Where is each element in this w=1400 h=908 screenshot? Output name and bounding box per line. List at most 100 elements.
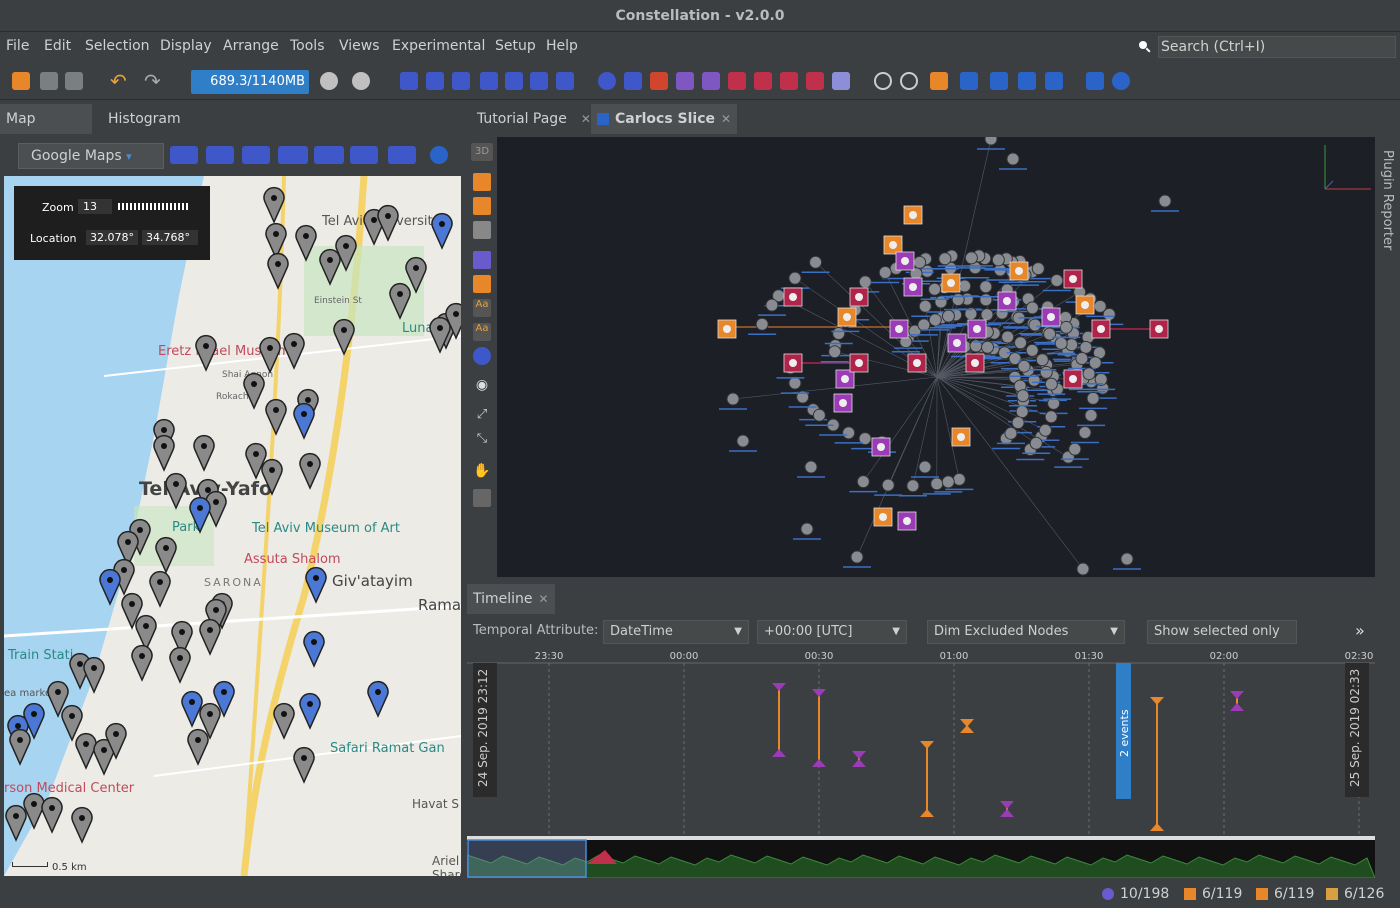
graph-node-highlighted[interactable] — [897, 511, 917, 531]
graph-node[interactable] — [757, 298, 786, 316]
map-pin-icon[interactable] — [75, 732, 97, 770]
zoom-map-icon[interactable] — [242, 146, 270, 164]
timeline-event[interactable] — [852, 751, 866, 767]
map-pin-icon[interactable] — [9, 728, 31, 766]
map-pin-icon[interactable] — [189, 496, 211, 534]
blaze-icon[interactable] — [473, 347, 491, 365]
undo-icon[interactable]: ↶ — [110, 71, 128, 91]
save-icon[interactable] — [65, 72, 83, 90]
search-input[interactable]: Search (Ctrl+I) — [1158, 36, 1396, 58]
contrast-icon[interactable] — [832, 72, 850, 90]
graph-node-highlighted[interactable] — [1063, 369, 1083, 389]
layout-hier-icon[interactable] — [505, 72, 523, 90]
map-pin-icon[interactable] — [83, 656, 105, 694]
graph-node-highlighted[interactable] — [1009, 261, 1029, 281]
zoom-icon[interactable] — [900, 72, 918, 90]
map-pin-icon[interactable] — [165, 472, 187, 510]
exclusion-select[interactable]: Dim Excluded Nodes ▼ — [927, 620, 1125, 644]
map-pin-icon[interactable] — [367, 680, 389, 718]
menu-file[interactable]: File — [6, 38, 29, 54]
layout-vertical-icon[interactable] — [452, 72, 470, 90]
map-pin-icon[interactable] — [319, 248, 341, 286]
graph-node-highlighted[interactable] — [871, 437, 891, 457]
move-icon[interactable] — [990, 72, 1008, 90]
graph-node[interactable] — [797, 460, 825, 478]
export-icon[interactable] — [388, 146, 416, 164]
map-pin-icon[interactable] — [293, 402, 315, 440]
menu-setup[interactable]: Setup — [495, 38, 536, 54]
graph-node[interactable] — [1070, 425, 1099, 444]
draw-links-icon[interactable] — [473, 197, 491, 215]
zoom-fit-icon[interactable] — [874, 72, 892, 90]
expand-right-icon[interactable]: » — [1355, 621, 1365, 640]
graph-node-highlighted[interactable] — [1149, 319, 1169, 339]
graph-node-highlighted[interactable] — [951, 427, 971, 447]
graph-node[interactable] — [1079, 391, 1108, 410]
redo-icon[interactable]: ↷ — [144, 71, 162, 91]
timeline-event[interactable] — [960, 719, 974, 733]
clock-icon[interactable] — [1112, 72, 1130, 90]
timeline-event[interactable] — [1230, 691, 1244, 711]
map-pin-icon[interactable] — [5, 804, 27, 842]
map-pin-icon[interactable] — [71, 806, 93, 844]
map-pin-icon[interactable] — [283, 332, 305, 370]
blue-arrow-icon[interactable] — [960, 72, 978, 90]
select-edge-icon[interactable] — [624, 72, 642, 90]
map-pin-icon[interactable] — [295, 224, 317, 262]
graph-node[interactable] — [977, 137, 1005, 150]
timeline-event[interactable] — [920, 741, 934, 817]
transaction-icon[interactable] — [676, 72, 694, 90]
merge-icon[interactable] — [780, 72, 798, 90]
map-pin-icon[interactable] — [193, 434, 215, 472]
graph-node-highlighted[interactable] — [907, 353, 927, 373]
graph-node[interactable] — [874, 478, 903, 496]
map-pin-icon[interactable] — [405, 256, 427, 294]
layout-tree-icon[interactable] — [480, 72, 498, 90]
graph-node-highlighted[interactable] — [997, 291, 1017, 311]
expand-view-icon[interactable]: ⤢ — [473, 407, 491, 425]
map-pin-icon[interactable] — [389, 282, 411, 320]
graph-node[interactable] — [719, 392, 747, 410]
memory-clear-icon[interactable] — [352, 72, 370, 90]
plugin-reporter-tab[interactable]: Plugin Reporter — [1380, 150, 1395, 250]
graph-node[interactable] — [1077, 408, 1106, 427]
menu-arrange[interactable]: Arrange — [223, 38, 279, 54]
memory-indicator[interactable]: 689.3/1140MB — [191, 70, 309, 94]
eye-icon[interactable]: ◉ — [473, 377, 491, 395]
overlay-icon[interactable] — [350, 146, 378, 164]
graph-node-highlighted[interactable] — [889, 319, 909, 339]
graph-node[interactable] — [820, 345, 849, 363]
orange-arrow-icon[interactable] — [930, 72, 948, 90]
menu-views[interactable]: Views — [339, 38, 380, 54]
layout-grid-icon[interactable] — [400, 72, 418, 90]
graph-node-highlighted[interactable] — [1063, 269, 1083, 289]
graph-node-highlighted[interactable] — [833, 393, 853, 413]
hierarchy-icon[interactable] — [702, 72, 720, 90]
link-icon[interactable] — [650, 72, 668, 90]
graph-node[interactable] — [748, 317, 777, 335]
menu-experimental[interactable]: Experimental — [392, 38, 485, 54]
align-icon[interactable] — [1086, 72, 1104, 90]
timeline-event[interactable] — [1000, 801, 1014, 817]
graph-node[interactable] — [1113, 552, 1141, 570]
nodes[interactable] — [717, 137, 1179, 577]
map-pin-icon[interactable] — [131, 644, 153, 682]
close-icon[interactable]: ✕ — [539, 592, 549, 606]
overview-selection[interactable] — [467, 839, 587, 878]
timezone-select[interactable]: +00:00 [UTC] ▼ — [757, 620, 907, 644]
mode-3d-toggle[interactable]: 3D — [471, 143, 493, 161]
marker-icon[interactable] — [206, 146, 234, 164]
graph-node-highlighted[interactable] — [895, 251, 915, 271]
graph-node-highlighted[interactable] — [783, 287, 803, 307]
map-pin-icon[interactable] — [333, 318, 355, 356]
tab-histogram[interactable]: Histogram — [102, 104, 187, 134]
close-icon[interactable]: ✕ — [581, 112, 591, 126]
map-markers[interactable] — [4, 176, 461, 876]
expand-icon[interactable] — [728, 72, 746, 90]
map-pin-icon[interactable] — [149, 570, 171, 608]
layout-radial-icon[interactable] — [556, 72, 574, 90]
map-pin-icon[interactable] — [181, 690, 203, 728]
graph-node-highlighted[interactable] — [1041, 307, 1061, 327]
map-pin-icon[interactable] — [61, 704, 83, 742]
map-pin-icon[interactable] — [153, 434, 175, 472]
